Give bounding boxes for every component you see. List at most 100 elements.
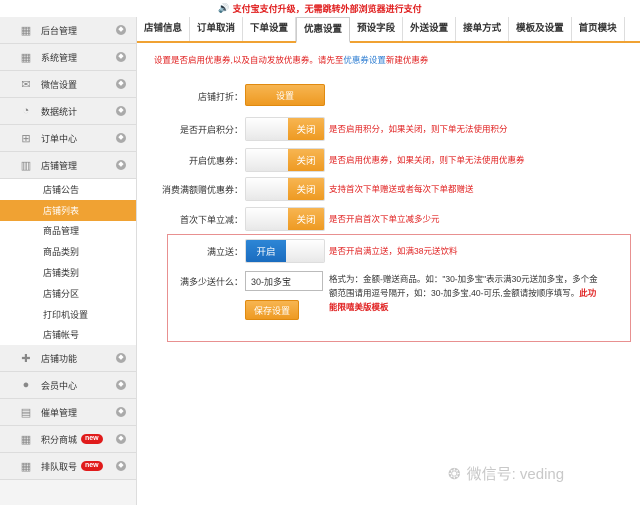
sidebar: ▦ 后台管理 ◆ ▦ 系统管理 ◆ ✉ 微信设置 ◆ ◔ 数据统计 ◆ ⊞ 订单中心 ◆ ▥ 店铺管理 ◆ 店铺公…: [0, 17, 137, 505]
save-button[interactable]: 保存设置: [245, 300, 299, 320]
sub-menu-item[interactable]: 店铺帐号: [0, 325, 136, 346]
points-label: 是否开启积分：: [179, 125, 243, 135]
row-discount: 店铺打折： 设置: [137, 84, 640, 108]
full-gift-label: 消费满额赠优惠券：: [161, 185, 243, 195]
sidebar-item-grid-10[interactable]: ▦ 排队取号 new ◆: [0, 453, 136, 481]
chevron-icon: ◆: [116, 106, 126, 116]
speaker-icon: 🔊: [218, 3, 230, 13]
how-much-label: 满多少送什么：: [179, 277, 243, 287]
sidebar-item-grid-0[interactable]: ▦ 后台管理 ◆: [0, 17, 136, 44]
sidebar-item-label: 微信设置: [41, 79, 78, 90]
chevron-icon: ◆: [116, 25, 126, 35]
chevron-icon: ◆: [116, 133, 126, 143]
sub-menu: 店铺公告 店铺列表 商品管理 商品类别 店铺类别 店铺分区 打印机设置 店铺帐号: [0, 179, 136, 346]
tab-7[interactable]: 模板及设置: [509, 17, 572, 41]
coupon-desc: 是否启用优惠券，如果关闭，则下单无法使用优惠券: [329, 155, 525, 165]
tab-3[interactable]: 优惠设置: [296, 17, 351, 43]
sidebar-item-label: 店铺功能: [41, 353, 78, 364]
row-first-order: 首次下单立减： 关闭 是否开启首次下单立减多少元: [137, 207, 640, 231]
sub-menu-item[interactable]: 店铺类别: [0, 262, 136, 283]
row-full-send: 满立送： 开启 是否开启满立送，如满38元送饮料: [137, 239, 640, 263]
sub-menu-item[interactable]: 商品类别: [0, 241, 136, 262]
sidebar-item-label: 催单管理: [41, 407, 78, 418]
full-gift-desc: 支持首次下单赠送或者每次下单都赠送: [329, 184, 474, 194]
sub-menu-item[interactable]: 店铺公告: [0, 179, 136, 200]
tab-2[interactable]: 下单设置: [243, 17, 297, 41]
sidebar-item-label: 会员中心: [41, 380, 78, 391]
sidebar-item-grid-9[interactable]: ▦ 积分商城 new ◆: [0, 426, 136, 454]
notice-text: 支付宝支付升级，无需跳转外部浏览器进行支付: [232, 4, 422, 14]
user-icon: ●: [22, 379, 30, 392]
tab-1[interactable]: 订单取消: [190, 17, 244, 41]
how-much-input[interactable]: [245, 271, 323, 291]
notice-bar: 🔊 支付宝支付升级，无需跳转外部浏览器进行支付: [0, 0, 640, 17]
discount-label: 店铺打折：: [197, 92, 243, 102]
chevron-icon: ◆: [116, 52, 126, 62]
coupon-label: 开启优惠券：: [188, 156, 243, 166]
sidebar-item-label: 排队取号: [41, 461, 78, 472]
grid-icon: ▦: [20, 24, 32, 37]
sidebar-item-grid-1[interactable]: ▦ 系统管理 ◆: [0, 44, 136, 71]
row-points: 是否开启积分： 关闭 是否启用积分，如果关闭，则下单无法使用积分: [137, 117, 640, 141]
watermark-text: 微信号: veding: [466, 466, 565, 483]
sidebar-item-cart-4[interactable]: ⊞ 订单中心 ◆: [0, 125, 136, 152]
row-save: 保存设置: [137, 300, 640, 324]
first-order-label: 首次下单立减：: [179, 215, 243, 225]
full-send-toggle[interactable]: 开启: [245, 239, 325, 263]
tab-6[interactable]: 接单方式: [456, 17, 510, 41]
full-gift-toggle[interactable]: 关闭: [245, 177, 325, 201]
tab-8[interactable]: 首页模块: [572, 17, 625, 41]
chevron-icon: ◆: [116, 461, 126, 472]
sidebar-item-label: 后台管理: [41, 25, 78, 36]
plus-icon: ✚: [21, 352, 31, 365]
row-how-much: 满多少送什么： 格式为：金额-赠送商品。如："30-加多宝"表示满30元送加多宝…: [137, 271, 640, 312]
coupon-toggle[interactable]: 关闭: [245, 148, 325, 172]
row-full-gift: 消费满额赠优惠券： 关闭 支持首次下单赠送或者每次下单都赠送: [137, 177, 640, 201]
row-coupon: 开启优惠券： 关闭 是否启用优惠券，如果关闭，则下单无法使用优惠券: [137, 148, 640, 172]
chevron-icon: ◆: [116, 380, 126, 391]
cart-icon: ⊞: [21, 132, 31, 145]
sidebar-item-label: 积分商城: [41, 434, 78, 445]
printer-icon: ▤: [20, 406, 32, 419]
first-order-desc: 是否开启首次下单立减多少元: [329, 214, 440, 224]
tab-bar: 店铺信息 订单取消 下单设置 优惠设置 预设字段 外送设置 接单方式 模板及设置 首页模块: [137, 17, 640, 43]
sidebar-item-shop-5[interactable]: ▥ 店铺管理 ◆: [0, 152, 136, 179]
sub-menu-item[interactable]: 商品管理: [0, 221, 136, 242]
sidebar-item-label: 系统管理: [41, 52, 78, 63]
sidebar-item-pie-chart-3[interactable]: ◔ 数据统计 ◆: [0, 98, 136, 125]
sidebar-item-label: 订单中心: [41, 133, 78, 144]
new-badge: new: [81, 461, 103, 472]
sub-menu-item[interactable]: 打印机设置: [0, 304, 136, 325]
first-order-toggle[interactable]: 关闭: [245, 207, 325, 231]
sidebar-item-label: 数据统计: [41, 106, 78, 117]
tab-5[interactable]: 外送设置: [403, 17, 457, 41]
sub-menu-item[interactable]: 店铺分区: [0, 283, 136, 304]
grid-icon: ▦: [20, 460, 32, 473]
watermark: ❂ 微信号: veding: [448, 463, 564, 484]
pie-chart-icon: ◔: [22, 105, 30, 117]
sidebar-item-label: 店铺管理: [41, 160, 78, 171]
coupon-settings-link[interactable]: 优惠券设置: [343, 55, 386, 65]
sidebar-item-plus-6[interactable]: ✚ 店铺功能 ◆: [0, 345, 136, 373]
hint-text: 设置是否启用优惠券,以及自动发放优惠券。请先至优惠券设置新建优惠券: [154, 55, 429, 65]
wechat-icon: ❂: [448, 465, 461, 483]
chevron-icon: ◆: [116, 160, 126, 170]
tab-4[interactable]: 预设字段: [350, 17, 404, 41]
sidebar-item-user-7[interactable]: ● 会员中心 ◆: [0, 372, 136, 400]
chevron-icon: ◆: [116, 407, 126, 418]
grid-icon: ▦: [20, 433, 32, 446]
new-badge: new: [81, 434, 103, 445]
points-desc: 是否启用积分，如果关闭，则下单无法使用积分: [329, 124, 508, 134]
full-send-desc: 是否开启满立送，如满38元送饮料: [329, 246, 458, 256]
sidebar-item-printer-8[interactable]: ▤ 催单管理 ◆: [0, 399, 136, 427]
envelope-icon: ✉: [21, 78, 31, 91]
grid-icon: ▦: [20, 51, 32, 64]
sidebar-item-envelope-2[interactable]: ✉ 微信设置 ◆: [0, 71, 136, 98]
tab-0[interactable]: 店铺信息: [137, 17, 191, 41]
sub-menu-item[interactable]: 店铺列表: [0, 199, 136, 221]
points-toggle[interactable]: 关闭: [245, 117, 325, 141]
discount-settings-button[interactable]: 设置: [245, 84, 325, 106]
shop-icon: ▥: [20, 159, 32, 172]
full-send-label: 满立送：: [206, 247, 243, 257]
main-content: 设置是否启用优惠券,以及自动发放优惠券。请先至优惠券设置新建优惠券 店铺打折： …: [137, 43, 640, 505]
